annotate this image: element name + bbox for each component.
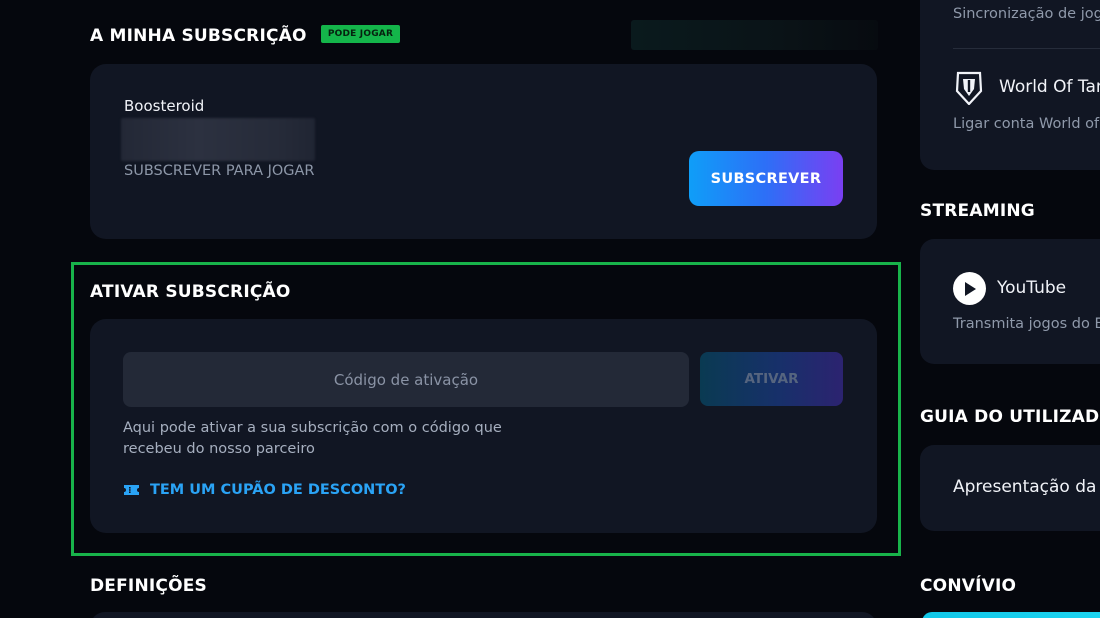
tank-shield-icon[interactable]	[955, 71, 983, 105]
wot-subtitle: Ligar conta World of	[953, 116, 1100, 132]
user-guide-item[interactable]: Apresentação da i	[953, 477, 1100, 497]
ticket-icon	[123, 483, 140, 497]
youtube-subtitle: Transmita jogos do E	[953, 316, 1100, 332]
activate-button[interactable]: ATIVAR	[700, 352, 843, 406]
social-card-accent	[922, 612, 1100, 618]
settings-title: DEFINIÇÕES	[90, 576, 207, 596]
activation-code-input[interactable]	[123, 352, 689, 407]
my-subscription-title: A MINHA SUBSCRIÇÃO	[90, 26, 307, 46]
subscription-status: SUBSCREVER PARA JOGAR	[124, 163, 315, 179]
my-subscription-header: A MINHA SUBSCRIÇÃO PODE JOGAR	[90, 25, 401, 46]
coupon-link-label: TEM UM CUPÃO DE DESCONTO?	[150, 482, 406, 498]
subscription-page: A MINHA SUBSCRIÇÃO PODE JOGAR Boosteroid…	[0, 0, 1100, 618]
status-badge: PODE JOGAR	[320, 25, 401, 43]
sync-text: Sincronização de jog	[953, 6, 1100, 22]
wot-title[interactable]: World Of Tan	[999, 77, 1100, 97]
activation-help-text: Aqui pode ativar a sua subscrição com o …	[123, 420, 502, 457]
user-guide-title: GUIA DO UTILIZADOR	[920, 407, 1100, 427]
youtube-play-icon	[953, 272, 986, 305]
header-decoration	[631, 20, 878, 50]
streaming-title: STREAMING	[920, 201, 1035, 221]
activate-subscription-title: ATIVAR SUBSCRIÇÃO	[90, 282, 291, 302]
coupon-link[interactable]: TEM UM CUPÃO DE DESCONTO?	[123, 482, 406, 498]
subscribe-button[interactable]: SUBSCREVER	[689, 151, 843, 206]
plan-name: Boosteroid	[124, 97, 205, 115]
social-title: CONVÍVIO	[920, 576, 1017, 596]
settings-card	[90, 612, 877, 618]
streaming-card[interactable]	[920, 239, 1100, 364]
redacted-info	[121, 118, 315, 161]
youtube-title: YouTube	[997, 278, 1067, 298]
card-divider	[953, 48, 1100, 49]
